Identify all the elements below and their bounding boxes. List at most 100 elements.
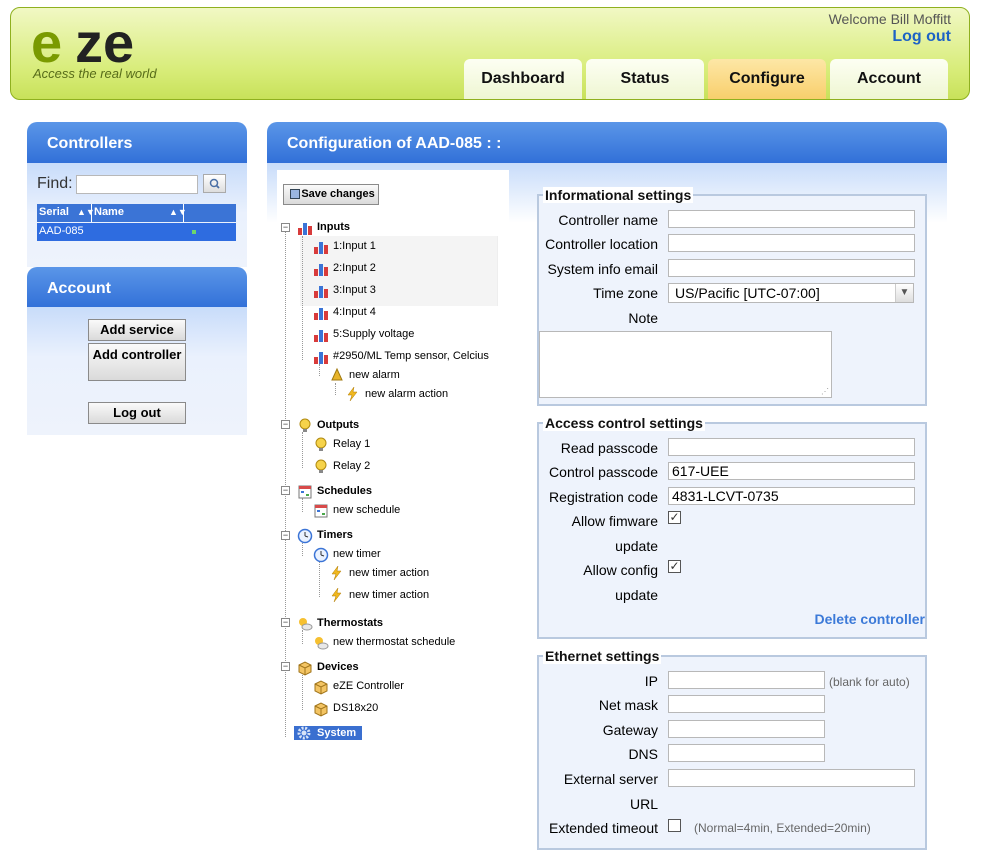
tree-relay-1[interactable]: Relay 1 [333,438,370,450]
delete-controller-link[interactable]: Delete controller [815,611,925,627]
tab-dashboard[interactable]: Dashboard [464,59,582,99]
save-changes-button[interactable]: Save changes [283,184,379,205]
timezone-label: Time zone [593,285,658,301]
tree-timers[interactable]: Timers [317,529,353,541]
find-input[interactable] [76,175,198,194]
tree-inputs[interactable]: Inputs [317,221,350,233]
tree-timer-action-2[interactable]: new timer action [349,589,429,601]
tree-system-selected[interactable]: System [294,726,362,740]
registration-code-input[interactable] [668,487,915,505]
collapse-toggle[interactable]: − [281,223,290,232]
extended-timeout-label: Extended timeout [549,820,658,836]
collapse-toggle[interactable]: − [281,662,290,671]
tree-alarm[interactable]: new alarm [349,369,400,381]
input-chart-icon [314,330,328,342]
tree-devices[interactable]: Devices [317,661,359,673]
tree-new-timer[interactable]: new timer [333,548,381,560]
ip-input[interactable] [668,671,825,689]
read-passcode-input[interactable] [668,438,915,456]
status-dot-icon [192,230,196,234]
timer-clock-icon [313,547,329,563]
account-panel: Add service Add controller Log out [27,307,247,435]
table-row[interactable]: AAD-085 [37,223,236,241]
devices-box-icon [298,661,312,676]
timezone-select[interactable]: US/Pacific [UTC-07:00] ▼ [668,283,914,303]
controllers-table-header: Serial ▲▼ Name ▲▼ [37,204,236,222]
tab-configure[interactable]: Configure [708,59,826,99]
collapse-toggle[interactable]: − [281,486,290,495]
controller-location-input[interactable] [668,234,915,252]
dns-label: DNS [628,746,658,762]
external-server-input[interactable] [668,769,915,787]
input-chart-icon [314,352,328,364]
inputs-chart-icon [298,223,312,235]
allow-firmware-label-2: update [615,538,658,554]
tree-eze-controller[interactable]: eZE Controller [333,680,404,692]
note-label: Note [628,310,658,326]
tree-outputs[interactable]: Outputs [317,419,359,431]
welcome-text: Welcome Bill Moffitt [828,11,951,27]
netmask-label: Net mask [598,697,658,713]
tab-status[interactable]: Status [586,59,704,99]
controller-name-input[interactable] [668,210,915,228]
device-box-icon [314,702,328,717]
controller-location-label: Controller location [545,236,658,252]
external-server-label-2: URL [629,796,658,812]
tree-alarm-action[interactable]: new alarm action [365,388,448,400]
allow-config-checkbox[interactable]: ✓ [668,560,681,573]
extended-timeout-checkbox[interactable] [668,819,681,832]
allow-firmware-checkbox[interactable]: ✓ [668,511,681,524]
tree-relay-2[interactable]: Relay 2 [333,460,370,472]
logo-ze: ze [75,14,134,74]
eze-logo: e ze [31,14,134,74]
registration-code-label: Registration code [549,489,658,505]
netmask-input[interactable] [668,695,825,713]
tree-input-2[interactable]: 2:Input 2 [333,262,376,274]
collapse-toggle[interactable]: − [281,531,290,540]
column-name[interactable]: Name [94,206,124,218]
collapse-toggle[interactable]: − [281,618,290,627]
controllers-panel: Find: Serial ▲▼ Name ▲▼ AAD-085 [27,163,247,267]
lightning-icon [347,386,358,402]
logout-button[interactable]: Log out [88,402,186,424]
logout-link[interactable]: Log out [892,28,951,46]
allow-firmware-label: Allow fimware [571,513,658,529]
tree-input-4[interactable]: 4:Input 4 [333,306,376,318]
logo-e: e [31,14,62,74]
gear-icon [297,726,311,740]
tree-schedules[interactable]: Schedules [317,485,372,497]
tree-input-3[interactable]: 3:Input 3 [333,284,376,296]
note-textarea[interactable]: ⋰ [539,331,832,398]
account-panel-title: Account [27,267,247,308]
dns-input[interactable] [668,744,825,762]
tree-system: System [317,727,357,739]
tab-account[interactable]: Account [830,59,948,99]
tree-new-schedule[interactable]: new schedule [333,504,400,516]
tree-thermostat-schedule[interactable]: new thermostat schedule [333,636,455,648]
search-icon [209,178,220,189]
relay-bulb-icon [315,437,327,451]
thermostat-sun-cloud-icon [315,637,329,650]
control-passcode-input[interactable] [668,462,915,480]
collapse-toggle[interactable]: − [281,420,290,429]
alarm-bell-icon [331,367,343,381]
access-legend: Access control settings [543,415,705,431]
system-email-label: System info email [547,261,658,277]
tree-thermostats[interactable]: Thermostats [317,617,383,629]
outputs-bulb-icon [299,418,311,432]
controllers-panel-title: Controllers [27,122,247,163]
find-button[interactable] [203,174,226,193]
tree-input-6[interactable]: #2950/ML Temp sensor, Celcius [333,350,489,362]
chevron-down-icon: ▼ [895,284,913,302]
gateway-input[interactable] [668,720,825,738]
tree-timer-action-1[interactable]: new timer action [349,567,429,579]
add-controller-button[interactable]: Add controller [88,343,186,381]
resize-handle-icon[interactable]: ⋰ [821,387,829,396]
tree-ds18x20[interactable]: DS18x20 [333,702,378,714]
header-bar: e ze Access the real world Welcome Bill … [10,7,970,100]
tree-input-1[interactable]: 1:Input 1 [333,240,376,252]
tree-input-5[interactable]: 5:Supply voltage [333,328,414,340]
add-service-button[interactable]: Add service [88,319,186,341]
system-email-input[interactable] [668,259,915,277]
column-serial[interactable]: Serial [39,206,69,218]
